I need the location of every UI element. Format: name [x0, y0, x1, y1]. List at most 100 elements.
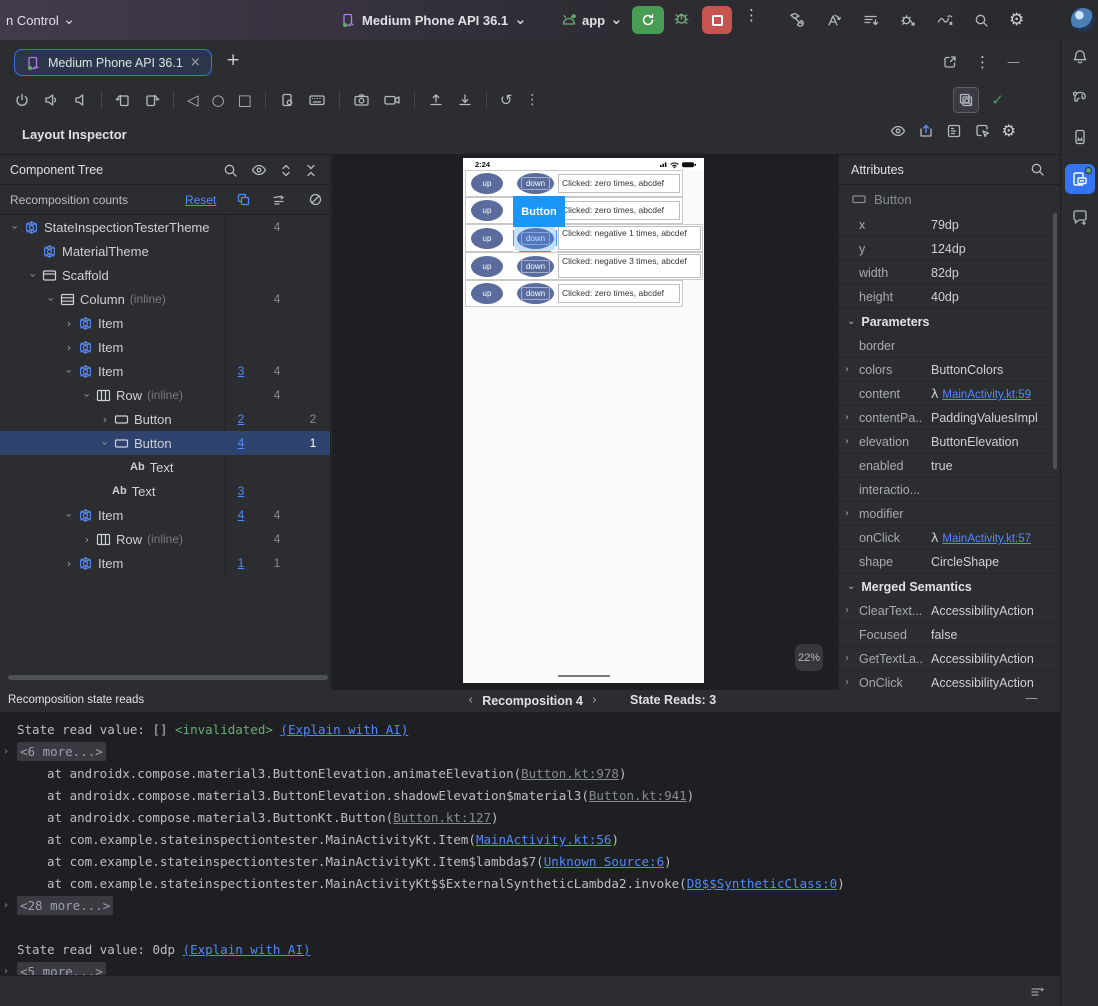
tree-row-materialtheme-1[interactable]: MaterialTheme [0, 239, 330, 263]
attribute-row-enabled[interactable]: enabled true [839, 454, 1060, 478]
console-link[interactable]: D8$$SyntheticClass:0 [687, 876, 838, 891]
download-icon[interactable] [457, 92, 473, 108]
fold-chevron-icon[interactable]: › [4, 741, 8, 763]
more-actions-icon[interactable]: ⋮ [744, 8, 759, 23]
disable-counts-icon[interactable] [297, 192, 330, 207]
recomposition-count[interactable]: 3 [223, 479, 259, 503]
chevron-expanded-icon[interactable]: › [63, 364, 76, 378]
recomposition-count[interactable]: 2 [223, 407, 259, 431]
up-button[interactable]: up [471, 200, 503, 221]
chevron-collapsed-icon[interactable]: › [62, 341, 76, 354]
tree-row-text-10[interactable]: Ab Text [0, 455, 330, 479]
console-source-link[interactable]: Button.kt:127 [393, 810, 491, 825]
expand-chevron-icon[interactable]: › [845, 508, 855, 519]
down-button[interactable]: down [517, 173, 554, 194]
view-options-eye-icon[interactable] [889, 123, 907, 139]
tree-row-item-12[interactable]: › Item 4 4 [0, 503, 330, 527]
attribute-row-border[interactable]: border [839, 334, 1060, 358]
attribute-row-gettextla[interactable]: › GetTextLa... AccessibilityAction [839, 647, 1060, 671]
expand-chevron-icon[interactable]: › [845, 364, 855, 375]
stop-button[interactable] [702, 6, 732, 34]
settings-gear-icon[interactable]: ⚙ [1009, 11, 1024, 29]
attribute-row-focused[interactable]: Focused false [839, 623, 1060, 647]
attribute-row-width[interactable]: width 82dp [839, 261, 1060, 285]
attribute-row-height[interactable]: height 40dp [839, 285, 1060, 309]
select-component-icon[interactable] [974, 123, 991, 139]
tree-row-button-9[interactable]: › Button 4 1 [0, 431, 330, 455]
chevron-expanded-icon[interactable]: › [45, 292, 58, 306]
up-button[interactable]: up [471, 227, 503, 249]
chevron-expanded-icon[interactable]: › [99, 436, 112, 450]
reset-counts-link[interactable]: Reset [185, 193, 216, 207]
back-icon[interactable]: ◁ [187, 92, 199, 108]
device-screen[interactable]: 2:24 up down Clicked: zero times, abcdef up… [463, 158, 704, 683]
attribute-row-elevation[interactable]: › elevation ButtonElevation [839, 430, 1060, 454]
layout-inspector-snapshot-button[interactable] [953, 87, 980, 113]
attribute-row-modifier[interactable]: › modifier [839, 502, 1060, 526]
console-source-link[interactable]: Button.kt:978 [521, 766, 619, 781]
export-snapshot-icon[interactable] [918, 123, 935, 139]
build-icon[interactable] [788, 12, 806, 29]
zoom-level-badge[interactable]: 22% [795, 644, 823, 671]
hide-panel-icon[interactable]: — [1007, 56, 1020, 69]
chevron-expanded-icon[interactable]: › [81, 388, 94, 402]
down-button[interactable]: down [517, 255, 554, 277]
build-variants-icon[interactable] [862, 12, 880, 29]
attribute-row-y[interactable]: y 124dp [839, 237, 1060, 261]
tree-row-row-13[interactable]: › Row (inline) 4 [0, 527, 330, 551]
console-fold-line[interactable]: › <28 more...> [0, 895, 1060, 917]
tree-row-stateinspectiontestertheme-0[interactable]: › StateInspectionTesterTheme 4 [0, 215, 330, 239]
recomposition-count[interactable]: 4 [223, 431, 259, 455]
screen-record-icon[interactable] [383, 92, 401, 108]
chevron-collapsed-icon[interactable]: › [80, 533, 94, 546]
power-icon[interactable] [14, 92, 30, 108]
attribute-row-content[interactable]: content λ MainActivity.kt:59 [839, 382, 1060, 406]
recomposition-count[interactable]: 4 [223, 503, 259, 527]
tab-options-kebab-icon[interactable]: ⋮ [975, 54, 990, 70]
toggle-tree-icon[interactable] [946, 123, 963, 139]
add-tab-icon[interactable]: + [226, 52, 240, 69]
attributes-search-icon[interactable] [1029, 161, 1046, 178]
search-everywhere-icon[interactable] [973, 12, 990, 29]
expand-chevron-icon[interactable]: › [845, 653, 855, 664]
console-options-icon[interactable] [1029, 984, 1046, 999]
profiler-icon[interactable] [936, 12, 954, 29]
volume-up-icon[interactable] [43, 92, 59, 108]
run-configuration-selector[interactable]: app ⌄ [560, 11, 623, 28]
vcs-widget[interactable]: n Control ⌄ [0, 11, 75, 28]
inspector-settings-gear-icon[interactable]: ⚙ [1002, 123, 1016, 139]
console-link[interactable]: (Explain with AI) [183, 942, 311, 957]
device-selector[interactable]: Medium Phone API 36.1 ⌄ [340, 11, 527, 28]
fold-chevron-icon[interactable]: › [4, 895, 8, 917]
show-counts-icon[interactable] [225, 192, 261, 207]
up-button[interactable]: up [471, 255, 503, 277]
gradle-icon[interactable] [1070, 88, 1090, 104]
tab-medium-phone[interactable]: Medium Phone API 36.1 × [14, 49, 212, 76]
console-source-link[interactable]: Button.kt:941 [589, 788, 687, 803]
attribute-row-contentpa[interactable]: › contentPa... PaddingValuesImpl [839, 406, 1060, 430]
source-link[interactable]: MainActivity.kt:59 [942, 389, 1031, 401]
rotate-left-icon[interactable] [115, 92, 131, 108]
keyboard-icon[interactable] [308, 92, 326, 108]
rerun-button[interactable] [632, 6, 664, 34]
chevron-expanded-icon[interactable]: › [27, 268, 40, 282]
screenshot-icon[interactable] [353, 92, 370, 108]
tree-row-scaffold-2[interactable]: › Scaffold [0, 263, 330, 287]
ai-chat-icon[interactable] [1071, 208, 1089, 226]
layout-inspector-tool-button[interactable] [1065, 164, 1095, 194]
source-link[interactable]: MainActivity.kt:57 [942, 533, 1031, 545]
section-merged-semantics[interactable]: ⌄ Merged Semantics [839, 574, 1060, 599]
tree-row-item-5[interactable]: › Item [0, 335, 330, 359]
attributes-scrollbar[interactable] [1053, 213, 1057, 469]
tree-row-item-6[interactable]: › Item 3 4 [0, 359, 330, 383]
home-icon[interactable]: ○ [212, 92, 225, 108]
chevron-expanded-icon[interactable]: › [9, 220, 22, 234]
console-link[interactable]: MainActivity.kt:56 [476, 832, 611, 847]
section-parameters[interactable]: ⌄ Parameters [839, 309, 1060, 334]
down-button[interactable]: down [517, 283, 554, 304]
rotate-right-icon[interactable] [144, 92, 160, 108]
apply-changes-icon[interactable] [825, 12, 843, 29]
tree-horizontal-scrollbar[interactable] [8, 675, 328, 680]
attribute-row-shape[interactable]: shape CircleShape [839, 550, 1060, 574]
overview-icon[interactable]: □ [238, 92, 252, 108]
